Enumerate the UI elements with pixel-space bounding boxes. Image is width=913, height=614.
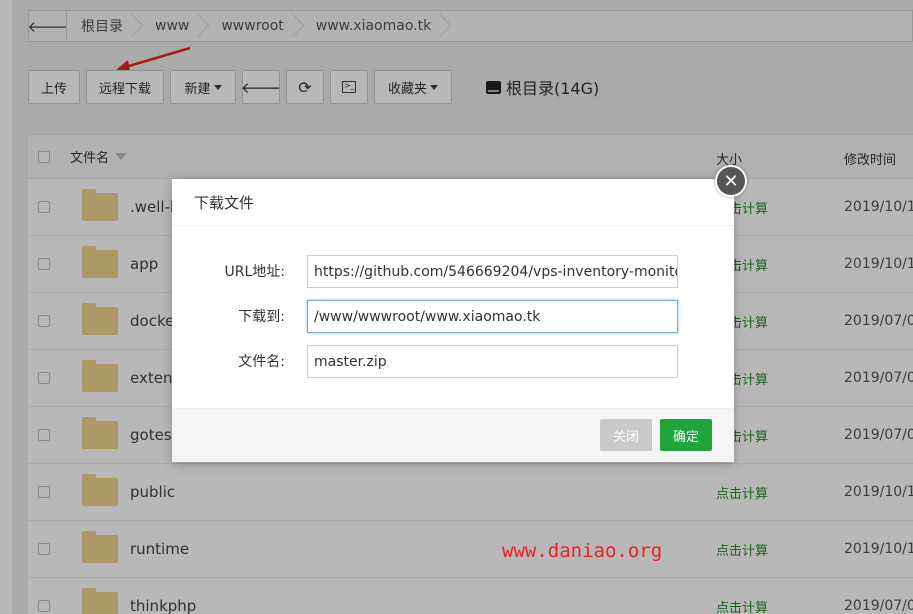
filename-label: 文件名: bbox=[238, 354, 285, 370]
url-input[interactable]: https://github.com/546669204/vps-invento… bbox=[307, 255, 678, 288]
url-row: URL地址: https://github.com/546669204/vps-… bbox=[172, 254, 734, 288]
confirm-button[interactable]: 确定 bbox=[660, 419, 712, 451]
dialog-title: 下载文件 bbox=[172, 179, 734, 226]
destination-input[interactable]: /www/wwwroot/www.xiaomao.tk bbox=[307, 300, 678, 333]
watermark-text: www.daniao.org bbox=[502, 540, 663, 562]
url-label: URL地址: bbox=[224, 264, 286, 280]
download-file-dialog: 下载文件 ✕ URL地址: https://github.com/5466692… bbox=[172, 165, 747, 462]
dialog-footer: 关闭 确定 bbox=[172, 408, 734, 462]
destination-label: 下载到: bbox=[238, 309, 285, 325]
destination-row: 下载到: /www/wwwroot/www.xiaomao.tk bbox=[172, 299, 734, 333]
filename-input[interactable]: master.zip bbox=[307, 345, 678, 378]
close-button[interactable]: 关闭 bbox=[600, 419, 652, 451]
filename-row: 文件名: master.zip bbox=[172, 344, 734, 378]
close-icon[interactable]: ✕ bbox=[715, 165, 747, 197]
